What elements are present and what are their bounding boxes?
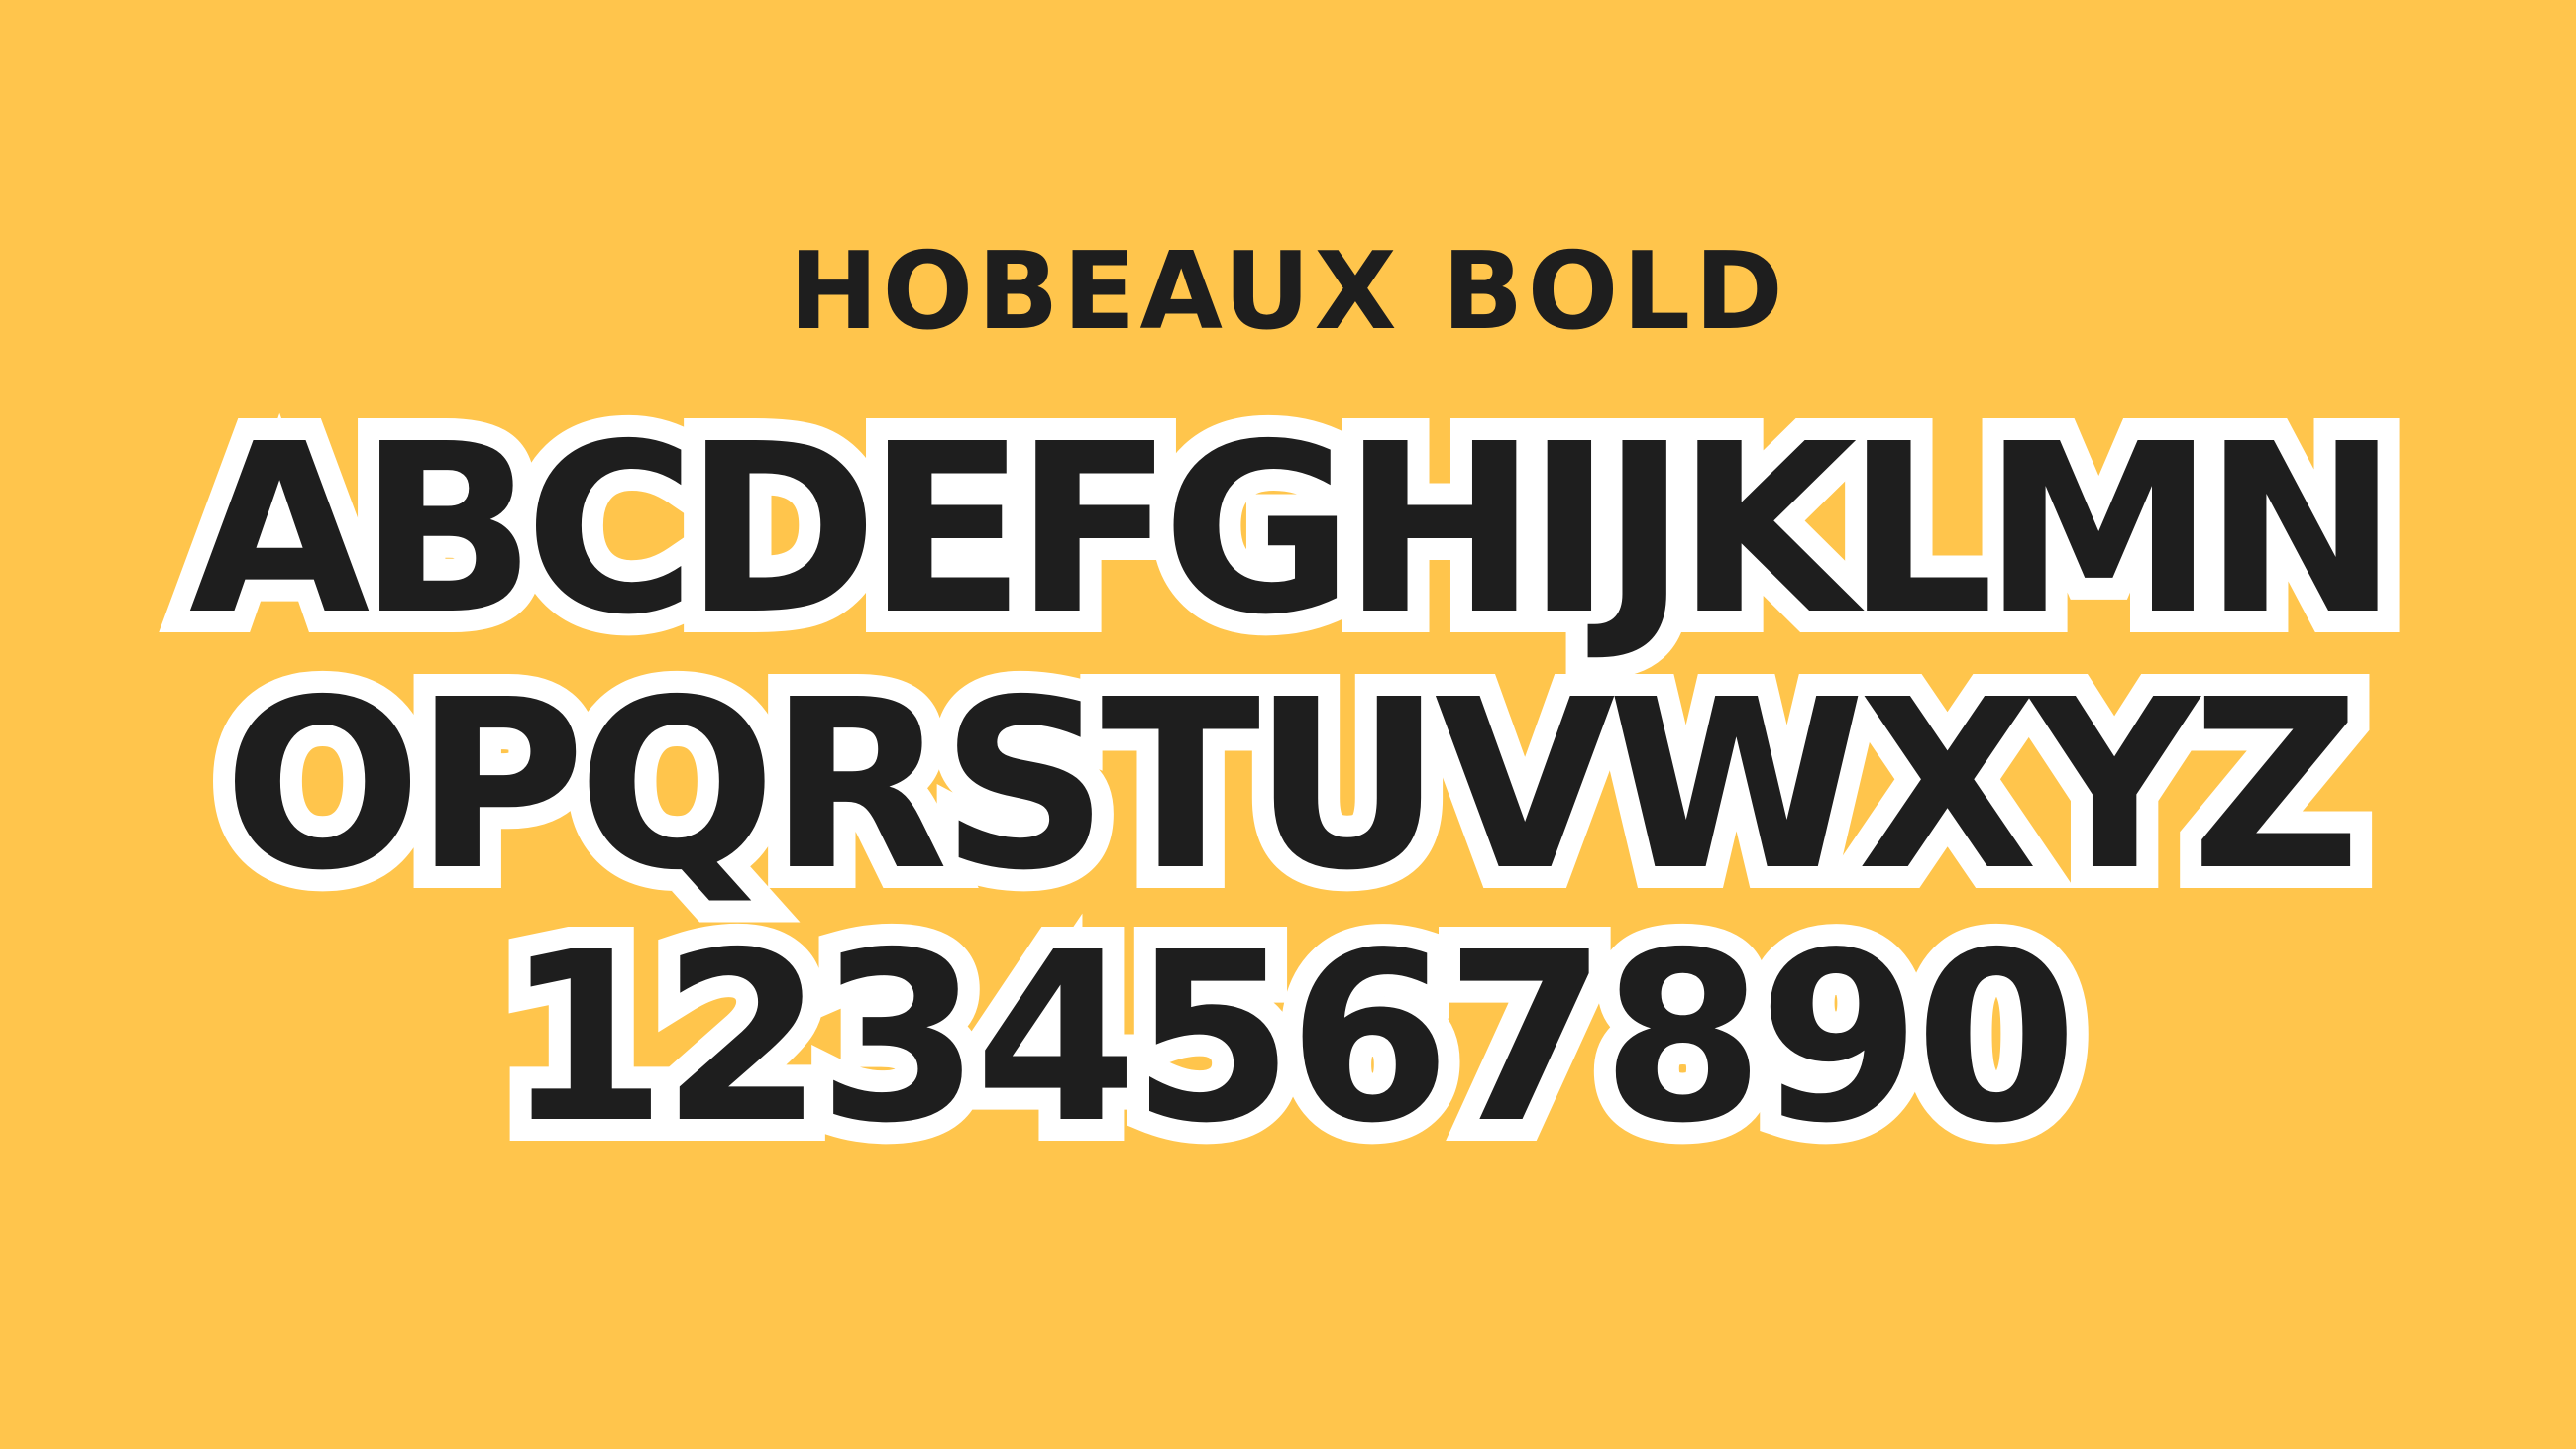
glyph-row-text: 1234567890 — [483, 888, 2099, 1189]
numerals-row: 1234567890 — [0, 888, 2576, 1189]
uppercase-row-o-z: OPQRSTUVWXYZ — [0, 635, 2576, 937]
uppercase-row-a-n: ABCDEFGHIJKLMN — [0, 380, 2576, 681]
glyph-row-text: ABCDEFGHIJKLMN — [167, 380, 2421, 681]
glyph-row-text: OPQRSTUVWXYZ — [201, 635, 2382, 937]
specimen-canvas: { "title": "HOBEAUX BOLD", "rows": [ "AB… — [0, 0, 2576, 1449]
font-name-title: HOBEAUX BOLD — [789, 230, 1787, 354]
